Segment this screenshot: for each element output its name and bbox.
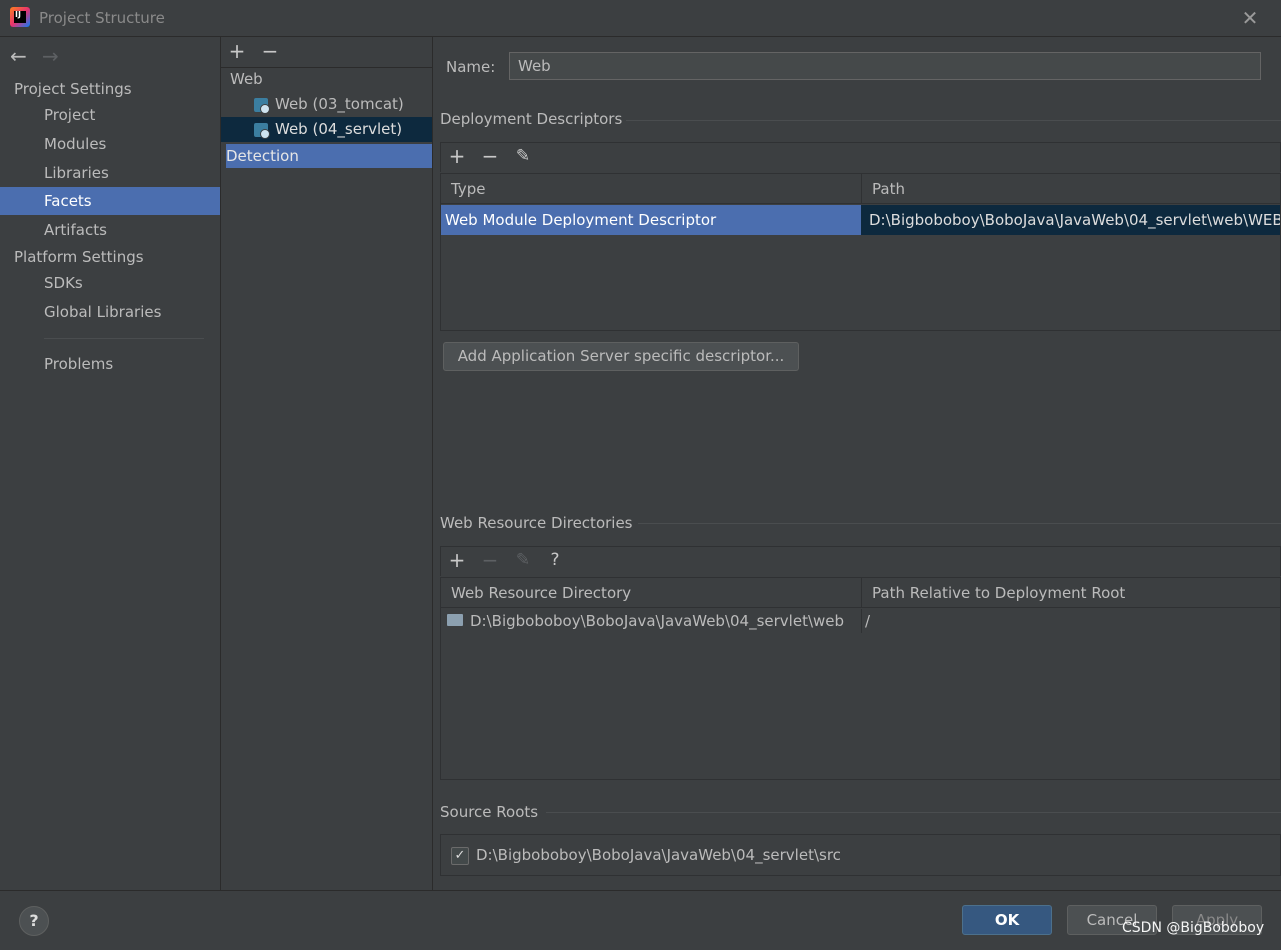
window-title: Project Structure bbox=[39, 9, 165, 27]
deployment-descriptors-table: Type Path Web Module Deployment Descript… bbox=[440, 173, 1281, 331]
tree-item-web-03-tomcat[interactable]: Web (03_tomcat) bbox=[221, 92, 432, 117]
web-facet-icon bbox=[254, 123, 270, 139]
web-facet-icon bbox=[254, 98, 270, 114]
nav-item-libraries[interactable]: Libraries bbox=[0, 159, 220, 187]
group-divider bbox=[626, 120, 1281, 121]
nav-item-artifacts[interactable]: Artifacts bbox=[0, 216, 220, 244]
table-cell-path[interactable]: D:\Bigboboboy\BoboJava\JavaWeb\04_servle… bbox=[861, 205, 1280, 235]
nav-item-modules[interactable]: Modules bbox=[0, 130, 220, 158]
table-cell-directory: D:\Bigboboboy\BoboJava\JavaWeb\04_servle… bbox=[470, 612, 845, 630]
table-cell-relative-path[interactable]: / bbox=[865, 609, 870, 633]
nav-divider bbox=[44, 338, 204, 339]
column-header-relative-path[interactable]: Path Relative to Deployment Root bbox=[862, 578, 1280, 608]
deployment-toolbar bbox=[440, 142, 1281, 172]
remove-facet-icon[interactable]: − bbox=[258, 38, 282, 64]
nav-item-label: Facets bbox=[44, 192, 92, 210]
intellij-logo-icon: IJ bbox=[10, 7, 30, 27]
nav-item-label: SDKs bbox=[44, 274, 83, 292]
nav-item-problems[interactable]: Problems bbox=[0, 350, 220, 378]
deployment-descriptors-heading: Deployment Descriptors bbox=[440, 110, 623, 128]
nav-item-label: Artifacts bbox=[44, 221, 107, 239]
title-bar bbox=[0, 0, 1281, 37]
project-settings-heading: Project Settings bbox=[14, 80, 132, 98]
add-resource-icon[interactable]: + bbox=[445, 547, 469, 573]
back-arrow-icon[interactable]: ← bbox=[10, 44, 27, 68]
name-input[interactable] bbox=[509, 52, 1261, 80]
forward-arrow-icon[interactable]: → bbox=[42, 44, 59, 68]
tree-item-label: Web (04_servlet) bbox=[275, 120, 403, 138]
add-facet-icon[interactable]: + bbox=[225, 38, 249, 64]
column-header-web-resource-directory[interactable]: Web Resource Directory bbox=[441, 578, 862, 608]
source-root-path: D:\Bigboboboy\BoboJava\JavaWeb\04_servle… bbox=[476, 846, 841, 864]
web-resource-directories-table: Web Resource Directory Path Relative to … bbox=[440, 577, 1281, 780]
source-root-checkbox[interactable]: ✓ bbox=[451, 847, 469, 865]
edit-descriptor-icon[interactable]: ✎ bbox=[511, 143, 535, 169]
group-divider bbox=[546, 812, 1281, 813]
table-cell-type[interactable]: Web Module Deployment Descriptor bbox=[441, 205, 861, 235]
close-icon[interactable]: ✕ bbox=[1240, 8, 1260, 28]
tree-item-label: Web (03_tomcat) bbox=[275, 95, 404, 113]
add-server-descriptor-button[interactable]: Add Application Server specific descript… bbox=[443, 342, 799, 371]
column-header-path[interactable]: Path bbox=[862, 174, 1280, 204]
help-question-icon[interactable]: ? bbox=[543, 547, 567, 573]
group-divider bbox=[638, 523, 1281, 524]
table-row[interactable]: D:\Bigboboboy\BoboJava\JavaWeb\04_servle… bbox=[441, 609, 862, 633]
tree-item-web-04-servlet[interactable]: Web (04_servlet) bbox=[221, 117, 432, 142]
source-roots-heading: Source Roots bbox=[440, 803, 539, 821]
nav-item-label: Modules bbox=[44, 135, 107, 153]
web-folder-icon bbox=[447, 614, 463, 626]
web-resource-directories-heading: Web Resource Directories bbox=[440, 514, 633, 532]
nav-item-facets[interactable]: Facets bbox=[0, 187, 220, 215]
nav-item-sdks[interactable]: SDKs bbox=[0, 269, 220, 297]
csdn-watermark: CSDN @BigBoboboy bbox=[1122, 920, 1265, 936]
nav-item-label: Libraries bbox=[44, 164, 109, 182]
tree-item-detection[interactable]: Detection bbox=[226, 144, 432, 168]
name-label: Name: bbox=[446, 58, 496, 76]
nav-item-label: Problems bbox=[44, 355, 114, 373]
nav-item-global-libraries[interactable]: Global Libraries bbox=[0, 298, 220, 326]
ok-button[interactable]: OK bbox=[962, 905, 1052, 935]
tree-group-web[interactable]: Web bbox=[230, 67, 263, 92]
column-header-type[interactable]: Type bbox=[441, 174, 862, 204]
platform-settings-heading: Platform Settings bbox=[14, 248, 144, 266]
nav-item-label: Project bbox=[44, 106, 96, 124]
tree-item-label: Detection bbox=[226, 147, 299, 165]
facets-toolbar bbox=[221, 37, 432, 68]
remove-resource-icon[interactable]: − bbox=[478, 547, 502, 573]
help-button[interactable]: ? bbox=[19, 906, 49, 936]
remove-descriptor-icon[interactable]: − bbox=[478, 143, 502, 169]
nav-item-project[interactable]: Project bbox=[0, 101, 220, 129]
nav-item-label: Global Libraries bbox=[44, 303, 162, 321]
add-descriptor-icon[interactable]: + bbox=[445, 143, 469, 169]
edit-resource-icon[interactable]: ✎ bbox=[511, 547, 535, 573]
